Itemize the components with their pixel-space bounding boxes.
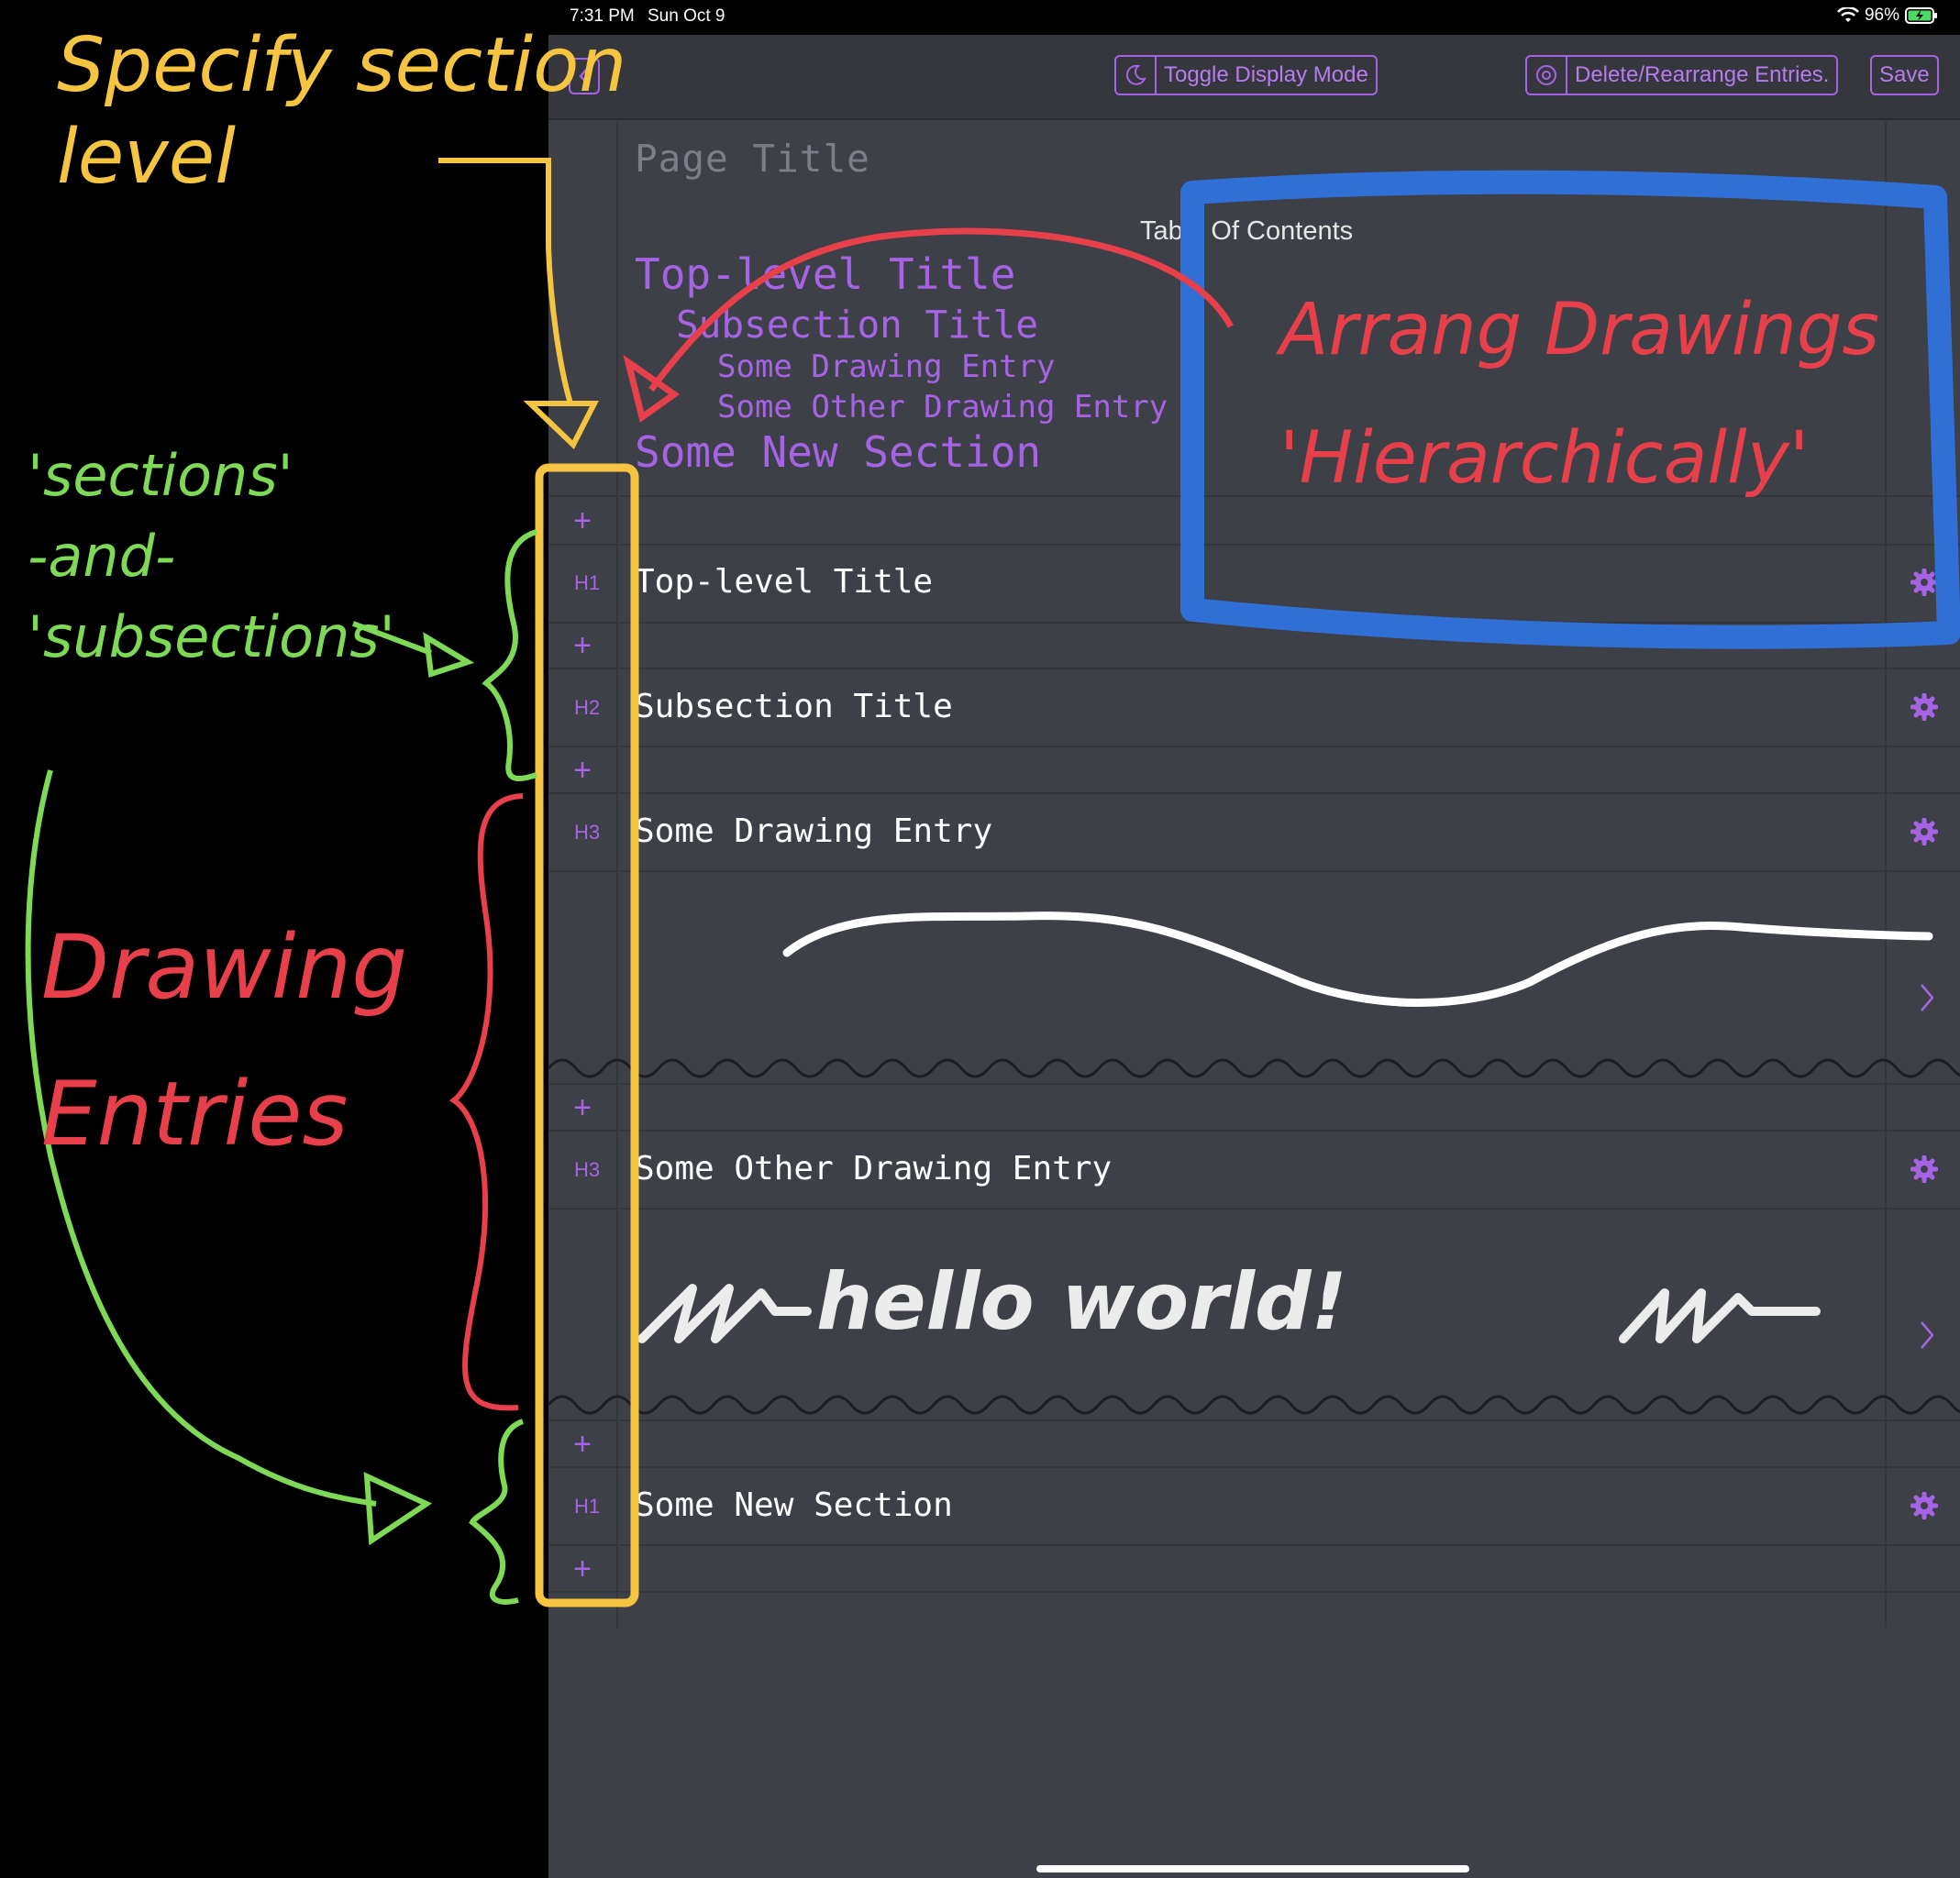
gear-icon[interactable] xyxy=(1910,693,1938,721)
row-divider xyxy=(548,1420,1960,1421)
row-divider xyxy=(548,668,1960,669)
app-window: Toggle Display Mode Delete/Rearrange Ent… xyxy=(548,35,1960,1878)
add-entry-button[interactable]: + xyxy=(567,1092,598,1123)
moon-icon xyxy=(1116,57,1157,94)
add-entry-button[interactable]: + xyxy=(567,1429,598,1460)
entry-title[interactable]: Top-level Title xyxy=(635,563,933,601)
status-bar: 7:31 PM Sun Oct 9 96% xyxy=(0,0,1960,35)
toc-item[interactable]: Some Other Drawing Entry xyxy=(717,389,1168,425)
handwritten-drawing-text: hello world! xyxy=(816,1256,1347,1348)
section-level-label[interactable]: H3 xyxy=(569,821,605,845)
toggle-display-mode-button[interactable]: Toggle Display Mode xyxy=(1114,55,1378,95)
row-divider xyxy=(548,1130,1960,1132)
row-divider xyxy=(548,746,1960,747)
toc-item[interactable]: Some New Section xyxy=(635,427,1041,477)
chevron-right-icon[interactable] xyxy=(1917,1319,1937,1352)
gear-icon[interactable] xyxy=(1910,569,1938,596)
add-entry-button[interactable]: + xyxy=(567,630,598,661)
row-divider xyxy=(548,544,1960,546)
page-title-field[interactable]: Page Title xyxy=(635,137,870,181)
row-divider xyxy=(548,792,1960,794)
home-indicator xyxy=(1036,1865,1469,1872)
entry-title[interactable]: Subsection Title xyxy=(635,688,953,725)
toc-item[interactable]: Some Drawing Entry xyxy=(717,348,1055,385)
wifi-icon xyxy=(1837,7,1859,22)
section-level-label[interactable]: H1 xyxy=(569,571,605,595)
entry-title[interactable]: Some Other Drawing Entry xyxy=(635,1150,1112,1188)
entry-title[interactable]: Some Drawing Entry xyxy=(635,812,992,850)
chevron-left-icon xyxy=(579,67,589,85)
toggle-display-mode-label: Toggle Display Mode xyxy=(1164,62,1368,87)
status-time: 7:31 PM xyxy=(570,6,635,26)
add-entry-button[interactable]: + xyxy=(567,1553,598,1585)
save-button[interactable]: Save xyxy=(1870,55,1939,95)
chevron-right-icon[interactable] xyxy=(1917,981,1937,1014)
toc-item[interactable]: Subsection Title xyxy=(676,303,1038,347)
toc-heading: Table Of Contents xyxy=(1140,216,1354,246)
delete-rearrange-label: Delete/Rearrange Entries. xyxy=(1575,62,1830,87)
wave-divider xyxy=(548,1058,1960,1078)
back-button[interactable] xyxy=(569,58,600,94)
delete-rearrange-button[interactable]: Delete/Rearrange Entries. xyxy=(1525,55,1839,95)
wave-divider xyxy=(548,1395,1960,1415)
gear-icon[interactable] xyxy=(1910,1155,1938,1183)
battery-charging-icon xyxy=(1905,7,1937,24)
row-divider xyxy=(548,1544,1960,1546)
row-divider xyxy=(548,1466,1960,1468)
gear-icon[interactable] xyxy=(1910,1492,1938,1519)
gear-icon[interactable] xyxy=(1910,818,1938,845)
section-level-label[interactable]: H2 xyxy=(569,696,605,720)
entry-title[interactable]: Some New Section xyxy=(635,1486,953,1524)
section-level-label[interactable]: H3 xyxy=(569,1158,605,1182)
annotation-drawing-entries: Drawing Entries xyxy=(41,916,408,1165)
section-level-label[interactable]: H1 xyxy=(569,1495,605,1519)
add-entry-button[interactable]: + xyxy=(567,505,598,536)
toc-item[interactable]: Top-level Title xyxy=(635,249,1015,299)
battery-percent: 96% xyxy=(1864,6,1899,25)
gear-outline-icon xyxy=(1527,57,1567,94)
row-divider xyxy=(548,622,1960,624)
status-date: Sun Oct 9 xyxy=(648,6,725,26)
annotation-sections-subsections: 'sections' -and- 'subsections' xyxy=(28,442,395,670)
toolbar: Toggle Display Mode Delete/Rearrange Ent… xyxy=(548,35,1960,120)
row-divider xyxy=(548,495,1960,497)
row-divider xyxy=(548,1591,1960,1593)
row-divider xyxy=(548,1208,1960,1210)
add-entry-button[interactable]: + xyxy=(567,755,598,786)
status-right: 96% xyxy=(1837,6,1938,26)
annotation-specify-section-level: Specify section level xyxy=(57,22,627,201)
row-divider xyxy=(548,1083,1960,1085)
